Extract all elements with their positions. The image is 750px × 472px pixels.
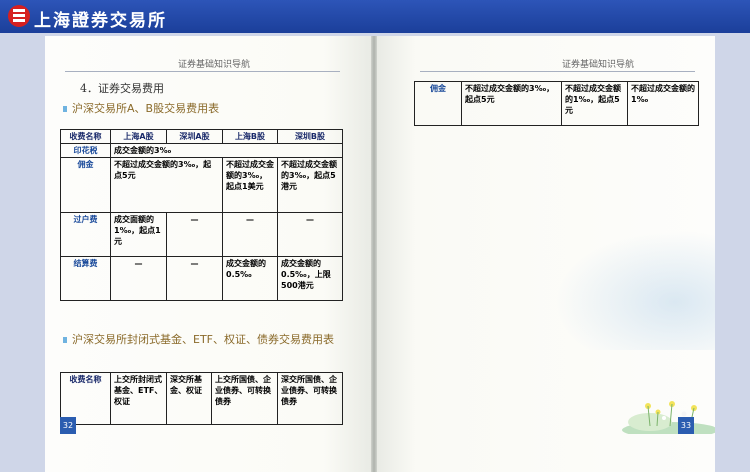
- section-title: 4．证券交易费用: [80, 82, 164, 95]
- page-number-left: 32: [60, 417, 76, 434]
- left-running-header: 证券基础知识导航: [178, 60, 251, 70]
- header-fee-name: 收费名称: [60, 129, 111, 144]
- right-running-header: 证券基础知识导航: [562, 60, 635, 70]
- subheading-funds-bonds: 沪深交易所封闭式基金、ETF、权证、债券交易费用表: [63, 331, 348, 348]
- decorative-sky: [555, 230, 715, 350]
- transfer-fee-sh-a: 成交面额的1‰，起点1元: [110, 212, 167, 257]
- page-number-right: 33: [678, 417, 694, 434]
- header-sh-b: 上海B股: [222, 129, 278, 144]
- commission-value-1: 不超过成交金额的3‰，起点5元: [461, 81, 562, 126]
- settlement-fee-sh-a: —: [110, 256, 167, 301]
- commission-continued-table: 佣金 不超过成交金额的3‰，起点5元 不超过成交金额的1‰，起点5元 不超过成交…: [414, 81, 699, 126]
- row-label-transfer-fee: 过户费: [60, 212, 111, 257]
- bullet-icon: [63, 337, 67, 343]
- bullet-icon: [63, 106, 67, 112]
- commission-value-2: 不超过成交金额的1‰，起点5元: [561, 81, 628, 126]
- row-label-commission: 佣金: [414, 81, 462, 126]
- transfer-fee-sz-a: —: [166, 212, 223, 257]
- header-szse-bonds: 深交所国债、企业债券、可转换债券: [277, 372, 343, 425]
- header-sse-funds-etf-warrants: 上交所封闭式基金、ETF、权证: [110, 372, 167, 425]
- settlement-fee-sz-b: 成交金额的0.5‰，上限500港元: [277, 256, 343, 301]
- header-sz-a: 深圳A股: [166, 129, 223, 144]
- header-sse-bonds: 上交所国债、企业债券、可转换债券: [211, 372, 278, 425]
- settlement-fee-sh-b: 成交金额的0.5‰: [222, 256, 278, 301]
- header-sh-a: 上海A股: [110, 129, 167, 144]
- row-label-settlement-fee: 结算费: [60, 256, 111, 301]
- right-header-line: [420, 71, 695, 72]
- subheading-ab-shares: 沪深交易所A、B股交易费用表: [63, 100, 353, 117]
- settlement-fee-sz-a: —: [166, 256, 223, 301]
- row-label-commission: 佣金: [60, 157, 111, 213]
- transfer-fee-sz-b: —: [277, 212, 343, 257]
- commission-sz-b: 不超过成交金额的3‰，起点5港元: [277, 157, 343, 213]
- sse-logo-icon: [8, 5, 30, 27]
- left-header-line: [65, 71, 340, 72]
- top-banner: 上海證券交易所: [0, 0, 750, 33]
- brand-title: 上海證券交易所: [34, 11, 167, 31]
- ab-share-fee-table: 收费名称 上海A股 深圳A股 上海B股 深圳B股 印花税 成交金额的3‰ 佣金 …: [60, 129, 343, 301]
- row-label-stamp-tax: 印花税: [60, 143, 111, 158]
- book-spine: [371, 36, 377, 472]
- commission-sh-b: 不超过成交金额的3‰，起点1美元: [222, 157, 278, 213]
- transfer-fee-sh-b: —: [222, 212, 278, 257]
- flower-decoration-icon: [622, 401, 715, 434]
- header-szse-funds-warrants: 深交所基金、权证: [166, 372, 212, 425]
- commission-a-shares: 不超过成交金额的3‰，起点5元: [110, 157, 223, 213]
- subheading-text: 沪深交易所A、B股交易费用表: [72, 102, 220, 115]
- stamp-tax-value: 成交金额的3‰: [110, 143, 343, 158]
- commission-value-3: 不超过成交金额的1‰: [627, 81, 699, 126]
- header-sz-b: 深圳B股: [277, 129, 343, 144]
- fund-bond-fee-table: 收费名称 上交所封闭式基金、ETF、权证 深交所基金、权证 上交所国债、企业债券…: [60, 372, 343, 425]
- subheading-text: 沪深交易所封闭式基金、ETF、权证、债券交易费用表: [72, 333, 334, 346]
